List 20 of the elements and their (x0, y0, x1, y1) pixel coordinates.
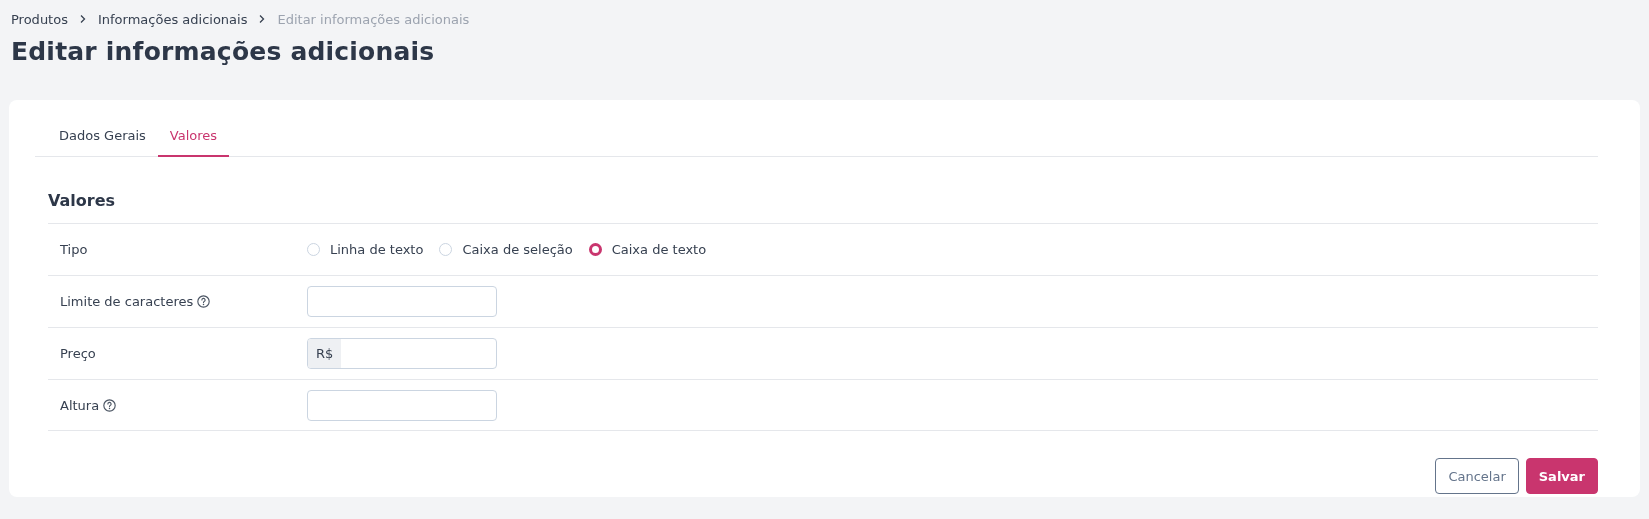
tab[interactable]: Valores (157, 114, 230, 157)
field-label: Limite de caracteres (60, 294, 194, 309)
tab[interactable]: Dados Gerais (47, 114, 158, 157)
cancel-button[interactable]: Cancelar (1435, 458, 1519, 494)
breadcrumb-link[interactable]: Informações adicionais (97, 11, 248, 27)
section-title: Valores (48, 191, 117, 212)
radio-option[interactable]: Caixa de seleção (439, 242, 573, 257)
radio-option[interactable]: Caixa de texto (588, 242, 707, 257)
field-label: Altura (60, 397, 100, 413)
help-icon[interactable] (197, 295, 211, 308)
field-label: Tipo (60, 242, 88, 257)
page-title: Editar informações adicionais (11, 37, 436, 68)
field-label: Preço (60, 346, 96, 361)
breadcrumb-link[interactable]: Produtos (11, 11, 68, 27)
help-icon[interactable] (103, 398, 117, 412)
price-field[interactable]: R$ (307, 338, 497, 369)
text-field[interactable] (307, 286, 497, 317)
text-field[interactable] (307, 389, 497, 421)
radio-option[interactable]: Linha de texto (307, 242, 424, 257)
save-button[interactable]: Salvar (1525, 458, 1598, 494)
